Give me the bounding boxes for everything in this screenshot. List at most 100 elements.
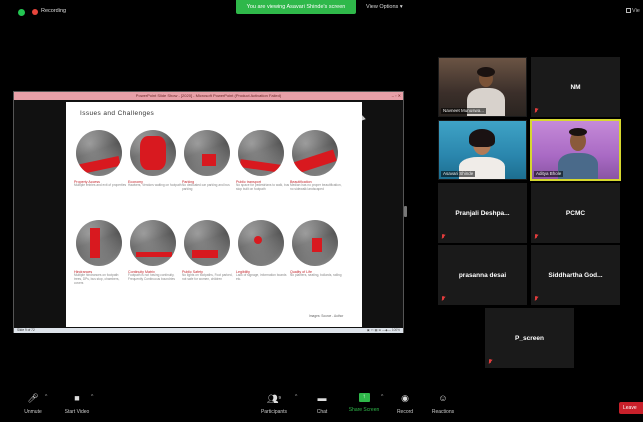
recording-icon (32, 9, 38, 15)
security-shield-icon[interactable] (18, 9, 25, 16)
slide-photo (76, 130, 122, 176)
participant-tile[interactable]: Siddhartha God... (531, 245, 620, 305)
participant-tile[interactable]: PCMC (531, 183, 620, 243)
slide-item-body: Multiple hindrances on footpath: trees, … (74, 273, 120, 285)
participant-name: Aditya Bhole (534, 171, 564, 177)
ppt-status-bar: Slide 9 of 72 ▣ ▭ ▦ ⊞ —◆— 100% (14, 328, 403, 333)
meeting-toolbar: 🎤︎ Unmute ^ ■ Start Video ^ 👥︎9 Particip… (0, 392, 643, 422)
participant-tile[interactable]: Pranjali Deshpa... (438, 183, 527, 243)
slide-photo (76, 220, 122, 266)
participants-label: Participants (260, 409, 288, 415)
slide-photo (184, 220, 230, 266)
participant-name: Pranjali Deshpa... (455, 209, 510, 217)
slide-item: Public Safety No lights on footpaths, Fo… (182, 220, 236, 282)
slide-item: Legibility Lack of signage, information … (236, 220, 290, 282)
participant-tile-active-speaker[interactable]: Aditya Bhole (530, 119, 621, 181)
participant-name: PCMC (565, 209, 586, 217)
participant-tile[interactable]: P_screen (485, 308, 574, 368)
ppt-window-title: PowerPoint Slide Show - [2020] - Microso… (135, 93, 282, 98)
chevron-down-icon: ▾ (399, 4, 403, 10)
view-layout-button[interactable]: Vie (626, 8, 640, 14)
slide-item: Parking No dedicated car parking and bus… (182, 130, 236, 192)
record-label: Record (396, 409, 414, 415)
share-options-caret-icon[interactable]: ^ (381, 394, 383, 400)
participant-name: Siddhartha God... (548, 271, 603, 279)
muted-mic-icon (534, 108, 538, 114)
slide-photo (238, 130, 284, 176)
slide-item: Public transport No space for pedestrian… (236, 130, 290, 192)
chat-label: Chat (316, 409, 328, 415)
reactions-icon: ☺ (438, 393, 448, 403)
slide-photo (238, 220, 284, 266)
reactions-label: Reactions (431, 409, 455, 415)
slide-item: Beautification Median has no proper beau… (290, 130, 344, 192)
slide-item: Property Access Multiple entries and exi… (74, 130, 128, 188)
slide-photo (292, 130, 338, 176)
viewing-screen-banner: You are viewing Asavari Shinde's screen (236, 0, 356, 14)
participant-tile[interactable]: prasanna desai (438, 245, 527, 305)
unmute-button[interactable]: 🎤︎ Unmute (20, 392, 46, 415)
participant-name: Navneet Munuswa... (441, 108, 487, 114)
leave-button[interactable]: Leave (619, 402, 643, 414)
participant-tile[interactable]: Navneet Munuswa... (438, 57, 527, 117)
participant-name: NM (570, 83, 581, 91)
ppt-title-bar: PowerPoint Slide Show - [2020] - Microso… (14, 92, 403, 100)
slide-item: Economy Hawkers, Vendors waiting on foot… (128, 130, 182, 188)
participants-icon: 👥︎9 (267, 394, 281, 404)
start-video-button[interactable]: ■ Start Video (60, 392, 94, 415)
slide-item-body: Median has no proper beautification, no … (290, 183, 342, 191)
slide-photo (292, 220, 338, 266)
view-options-label: View Options (366, 4, 399, 10)
gallery-view-icon (626, 8, 631, 13)
slide-item-body: No space for pedestrians to walk, bus st… (236, 183, 290, 191)
record-button[interactable]: ◉ Record (394, 392, 416, 415)
slide-photo (184, 130, 230, 176)
participant-name: P_screen (515, 334, 544, 342)
slide-item-body: No planters, seating, bollards, railing (290, 273, 342, 278)
slide-item-body: No lights on footpaths, Foot parked, not… (182, 273, 233, 281)
slide-item-body: Multiple entries and exit of properties (74, 183, 127, 188)
share-screen-button[interactable]: ↑ Share Screen (346, 392, 382, 413)
slide-counter: Slide 9 of 72 (17, 328, 35, 332)
participant-name: Asavari Shinde (441, 171, 476, 177)
slide-item: Quality of Life No planters, seating, bo… (290, 220, 344, 278)
muted-mic-icon (534, 296, 538, 302)
participant-tile[interactable]: Asavari Shinde (438, 120, 527, 180)
participant-tile[interactable]: NM (531, 57, 620, 117)
reactions-button[interactable]: ☺ Reactions (428, 392, 458, 415)
audio-options-caret-icon[interactable]: ^ (45, 394, 47, 400)
start-video-label: Start Video (64, 409, 90, 415)
slide-title: Issues and Challenges (80, 110, 155, 117)
share-screen-label: Share Screen (348, 407, 380, 413)
slide: Issues and Challenges Property Access Mu… (66, 102, 362, 327)
video-off-icon: ■ (74, 393, 80, 403)
unmute-label: Unmute (24, 409, 42, 415)
participants-options-caret-icon[interactable]: ^ (295, 394, 297, 400)
muted-mic-icon: 🎤︎ (27, 393, 39, 403)
meeting-top-bar: Recording You are viewing Asavari Shinde… (0, 0, 643, 18)
muted-mic-icon (441, 296, 445, 302)
muted-mic-icon (441, 234, 445, 240)
muted-mic-icon (534, 234, 538, 240)
shared-screen: PowerPoint Slide Show - [2020] - Microso… (13, 91, 404, 333)
slide-item-body: No dedicated car parking and bus parking (182, 183, 230, 191)
recording-label: Recording (41, 8, 67, 14)
zoom-controls[interactable]: ▣ ▭ ▦ ⊞ —◆— 100% (367, 328, 400, 333)
ppt-window-controls: – ▫ ✕ (391, 93, 401, 98)
participants-button[interactable]: 👥︎9 Participants (256, 392, 292, 415)
muted-mic-icon (488, 359, 492, 365)
slide-item-body: Footpath is not having continuity, Frequ… (128, 273, 175, 281)
video-options-caret-icon[interactable]: ^ (91, 394, 93, 400)
slide-photo (130, 220, 176, 266)
share-screen-icon: ↑ (358, 393, 370, 402)
image-credit: Images: Source - Author (309, 314, 344, 318)
chat-icon: ▬ (317, 393, 327, 403)
chat-button[interactable]: ▬ Chat (312, 392, 332, 415)
view-layout-label: Vie (632, 8, 640, 14)
view-options-button[interactable]: View Options ▾ (366, 2, 403, 13)
slide-item: Hindrances Multiple hindrances on footpa… (74, 220, 128, 286)
slide-photo (130, 130, 176, 176)
participant-name: prasanna desai (458, 271, 507, 279)
slide-item: Continuity Matrix Footpath is not having… (128, 220, 182, 282)
split-drag-handle[interactable] (404, 206, 407, 217)
